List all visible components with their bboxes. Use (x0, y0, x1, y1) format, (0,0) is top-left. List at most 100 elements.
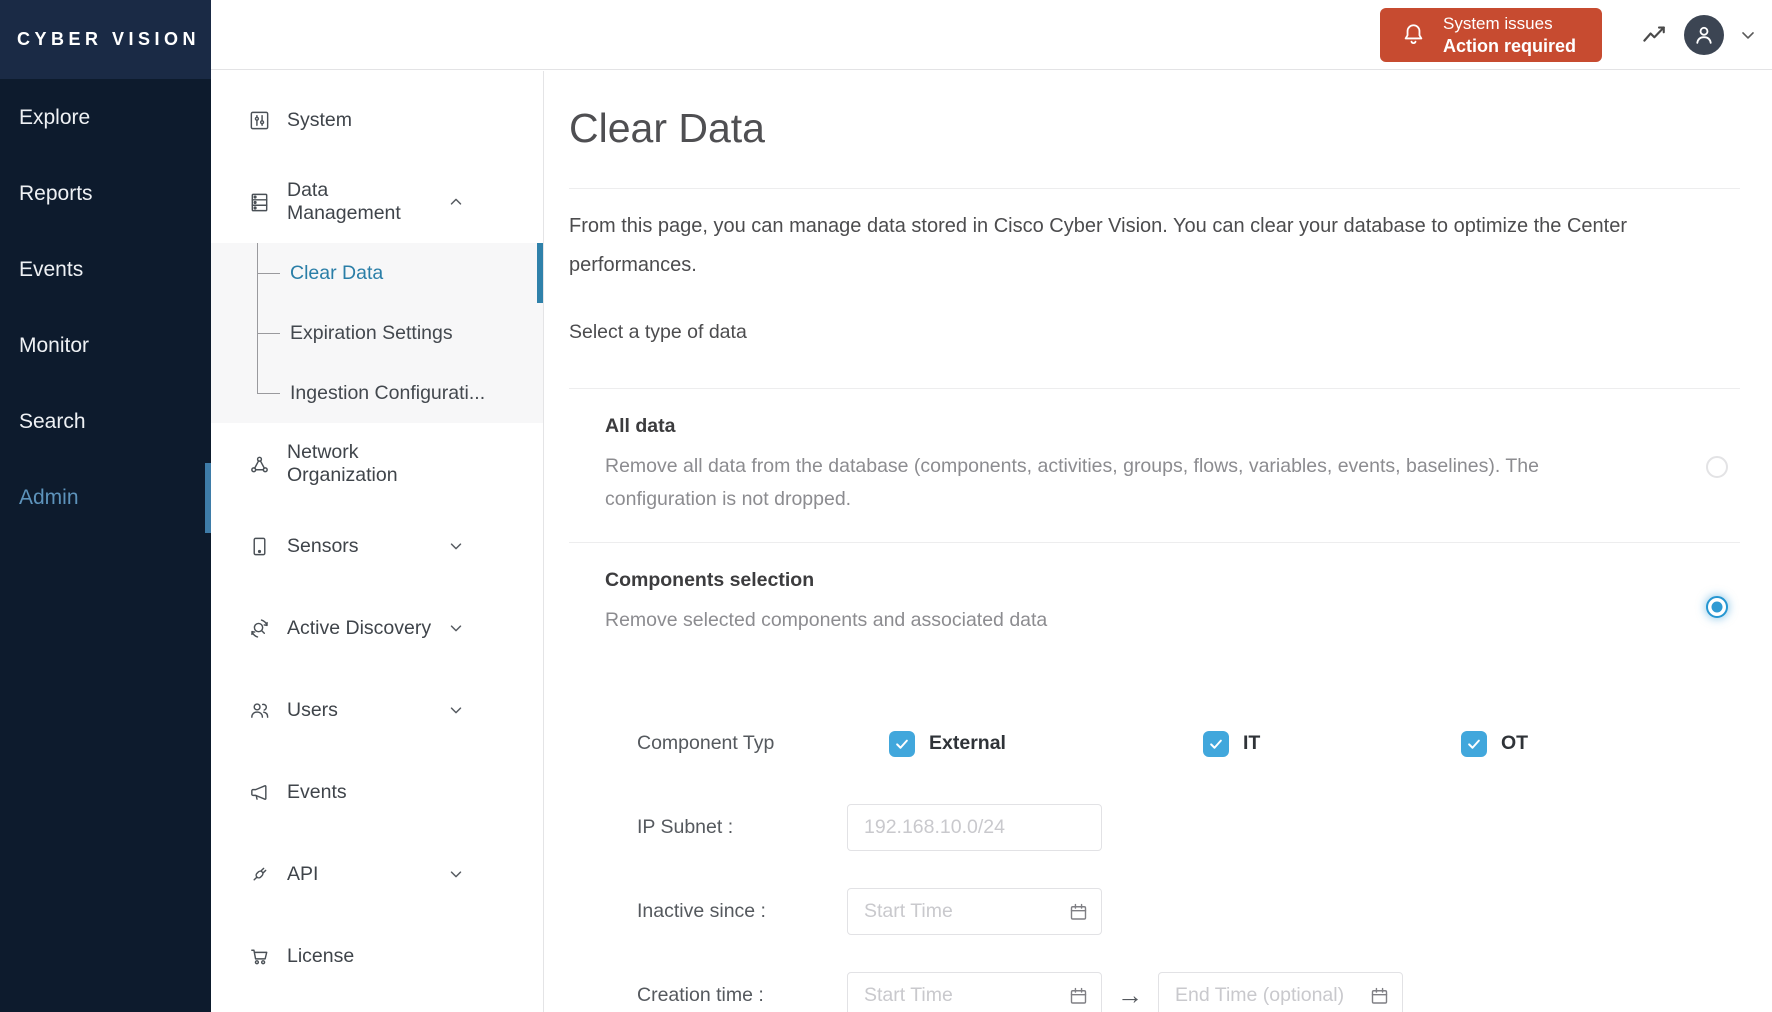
tree-tick (257, 393, 280, 394)
network-organization-icon (248, 453, 271, 476)
component-type-ot: OT (1461, 730, 1529, 757)
component-type-it: IT (1203, 730, 1461, 757)
checkbox-label: External (929, 732, 1006, 754)
primary-nav-label: Monitor (19, 334, 90, 357)
selected-indicator-bar (537, 243, 543, 303)
option-title: All data (605, 415, 676, 437)
ip-subnet-input[interactable] (847, 804, 1102, 851)
alert-button-texts: System issues Action required (1443, 13, 1576, 57)
chevron-down-icon[interactable] (1738, 25, 1758, 45)
component-type-external: External (889, 730, 1203, 757)
sidebar-item-events[interactable]: Events (211, 751, 543, 833)
data-management-submenu: Clear Data Expiration Settings Ingestion… (211, 243, 543, 423)
primary-nav-events[interactable]: Events (0, 232, 211, 308)
trend-chart-icon[interactable] (1640, 20, 1670, 50)
primary-nav-monitor[interactable]: Monitor (0, 308, 211, 384)
checkbox-label: IT (1243, 732, 1261, 754)
sidebar-item-sensors[interactable]: Sensors (211, 505, 543, 587)
chevron-down-icon (447, 619, 465, 637)
sidebar-item-label: System (287, 108, 353, 131)
option-description: Remove all data from the database (compo… (605, 455, 1539, 510)
sidebar-item-users[interactable]: Users (211, 669, 543, 751)
alert-title: System issues (1442, 13, 1553, 33)
sidebar-item-label: Sensors (287, 534, 359, 557)
sidebar-item-label: Events (287, 780, 347, 803)
creation-end-field (1158, 972, 1403, 1012)
page-intro: From this page, you can manage data stor… (569, 215, 1628, 276)
primary-nav-search[interactable]: Search (0, 384, 211, 460)
primary-nav-label: Reports (19, 182, 93, 205)
ot-checkbox[interactable] (1461, 730, 1487, 757)
sidebar-item-network-organization[interactable]: Network Organization (211, 423, 543, 505)
sensors-icon (248, 535, 271, 558)
bell-icon (1400, 21, 1427, 48)
primary-nav: Explore Reports Events Monitor Search Ad… (0, 80, 211, 536)
option-all-data: All data Remove all data from the databa… (569, 389, 1740, 542)
primary-nav-reports[interactable]: Reports (0, 156, 211, 232)
primary-nav-label: Admin (19, 486, 79, 509)
sidebar-item-label: Clear Data (290, 261, 384, 284)
chevron-down-icon (447, 701, 465, 719)
range-arrow-icon: → (1117, 980, 1143, 1010)
users-icon (248, 699, 271, 722)
sidebar-item-label: Ingestion Configurati... (290, 381, 486, 404)
admin-sidebar: System Data Management Clear Data Expira… (211, 71, 544, 1012)
creation-start-field (847, 972, 1102, 1012)
creation-start-input[interactable] (847, 972, 1102, 1012)
option-title: Components selection (605, 569, 815, 591)
sidebar-item-api[interactable]: API (211, 833, 543, 915)
sidebar-item-system[interactable]: System (211, 79, 543, 161)
sidebar-item-label: Data Management (287, 179, 401, 224)
sidebar-item-license[interactable]: License (211, 915, 543, 997)
brand-logo-text: CYBER VISION (17, 29, 201, 49)
chevron-up-icon (447, 193, 465, 211)
main-content: Clear Data From this page, you can manag… (545, 71, 1772, 1012)
primary-sidebar: CYBER VISION Explore Reports Events Moni… (0, 0, 211, 1012)
sidebar-item-expiration-settings[interactable]: Expiration Settings (211, 303, 543, 363)
primary-nav-label: Search (19, 410, 86, 433)
components-filter-form: Component Typ External IT OT IP Subnet:… (637, 720, 1740, 1012)
inactive-since-input[interactable] (847, 888, 1102, 935)
chevron-down-icon (447, 537, 465, 555)
sidebar-item-label: Expiration Settings (290, 321, 453, 344)
alert-subtitle: Action required (1442, 35, 1576, 56)
sidebar-item-label: Users (287, 698, 338, 721)
option-description: Remove selected components and associate… (605, 609, 1048, 631)
sidebar-item-label: Network Organization (287, 441, 398, 486)
app-window: CYBER VISION Explore Reports Events Moni… (0, 0, 1772, 1012)
components-selection-radio[interactable] (1706, 596, 1728, 618)
sidebar-item-label: License (287, 944, 355, 967)
sidebar-item-data-management[interactable]: Data Management (211, 161, 543, 243)
primary-nav-label: Explore (19, 106, 91, 129)
component-type-row: Component Typ External IT OT (637, 720, 1740, 767)
primary-nav-explore[interactable]: Explore (0, 80, 211, 156)
creation-end-input[interactable] (1158, 972, 1403, 1012)
top-header: System issues Action required (211, 0, 1772, 70)
system-issues-button[interactable]: System issues Action required (1379, 7, 1602, 62)
creation-time-row: Creation time : → (637, 972, 1740, 1012)
header-icons (1640, 14, 1772, 55)
primary-nav-admin[interactable]: Admin (0, 460, 211, 536)
checkbox-label: OT (1501, 732, 1529, 754)
ip-subnet-label: IP Subnet : (637, 816, 734, 838)
plug-icon (248, 863, 271, 886)
sidebar-item-label: Active Discovery (287, 616, 432, 639)
primary-nav-label: Events (19, 258, 84, 281)
sidebar-item-label: API (287, 862, 319, 885)
page-title: Clear Data (569, 105, 765, 151)
creation-time-label: Creation time : (637, 984, 764, 1006)
inactive-since-field (847, 888, 1102, 935)
inactive-since-label: Inactive since : (637, 900, 766, 922)
sidebar-item-ingestion-configuration[interactable]: Ingestion Configurati... (211, 363, 543, 423)
chevron-down-icon (447, 865, 465, 883)
it-checkbox[interactable] (1203, 730, 1229, 757)
ip-subnet-row: IP Subnet : (637, 804, 1740, 851)
sidebar-item-active-discovery[interactable]: Active Discovery (211, 587, 543, 669)
sidebar-item-clear-data[interactable]: Clear Data (211, 243, 543, 303)
all-data-radio[interactable] (1706, 456, 1728, 478)
user-avatar-icon[interactable] (1684, 14, 1724, 55)
brand-logo: CYBER VISION (0, 0, 211, 79)
system-icon (248, 109, 271, 132)
data-management-icon (248, 191, 271, 214)
external-checkbox[interactable] (889, 730, 915, 757)
